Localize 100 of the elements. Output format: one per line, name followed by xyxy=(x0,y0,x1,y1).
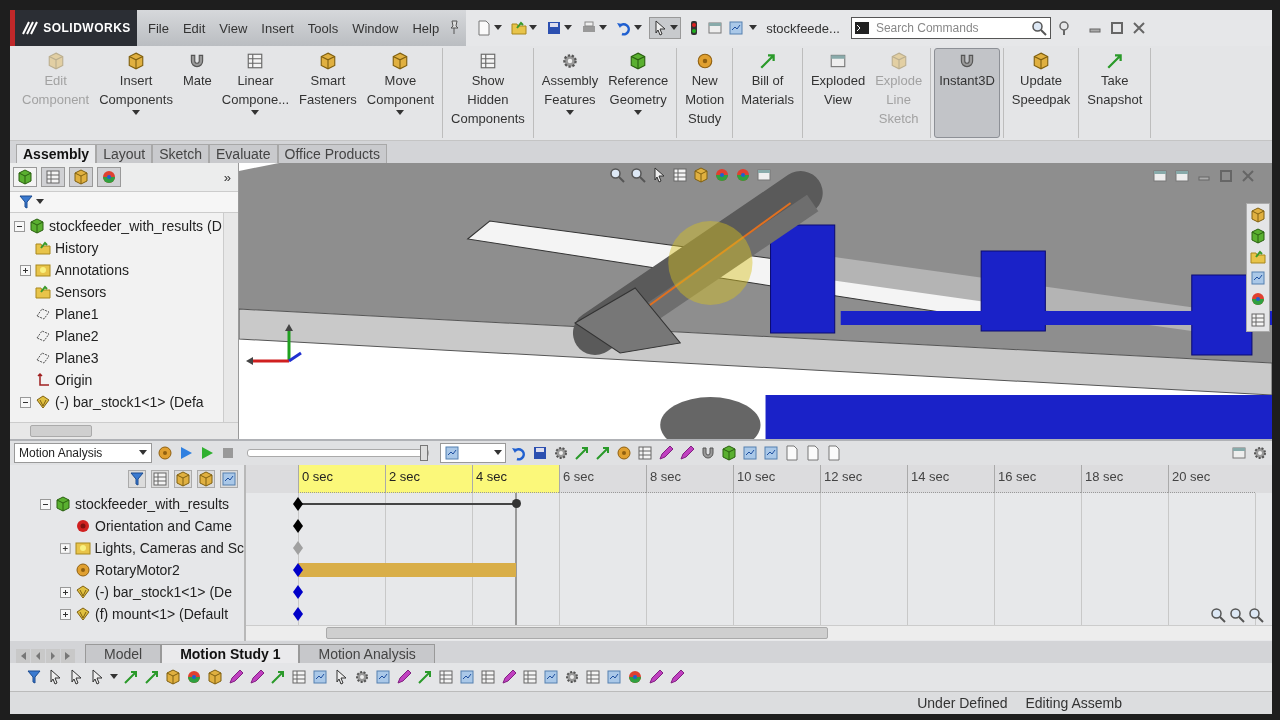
arrow-icon[interactable] xyxy=(595,445,611,461)
page-icon[interactable] xyxy=(805,445,821,461)
tree-item[interactable]: Plane3 xyxy=(55,350,99,366)
window-icon[interactable] xyxy=(829,52,848,70)
pencil-icon[interactable] xyxy=(396,669,412,685)
scrollbar-thumb[interactable] xyxy=(326,627,828,639)
cube-icon[interactable] xyxy=(1250,207,1266,223)
window-icon[interactable] xyxy=(1174,168,1190,184)
cube-icon[interactable] xyxy=(165,669,181,685)
zoom-icon[interactable] xyxy=(1248,607,1264,623)
caret-icon[interactable] xyxy=(599,25,608,31)
expand-icon[interactable] xyxy=(60,608,71,620)
filter-icon[interactable] xyxy=(26,669,42,685)
tree-item[interactable]: History xyxy=(55,240,99,256)
chart-icon[interactable] xyxy=(763,445,779,461)
motor-icon[interactable] xyxy=(695,52,714,70)
caret-icon[interactable] xyxy=(251,110,260,116)
pointer-icon[interactable] xyxy=(68,669,84,685)
caret-icon[interactable] xyxy=(36,199,44,205)
gear-icon[interactable] xyxy=(564,669,580,685)
chart-icon[interactable] xyxy=(1250,270,1266,286)
gear-icon[interactable] xyxy=(1252,445,1268,461)
chart-icon[interactable] xyxy=(312,669,328,685)
table-icon[interactable] xyxy=(637,445,653,461)
sphere-icon[interactable] xyxy=(101,169,117,185)
window-icon[interactable] xyxy=(1152,168,1168,184)
ribbon-button[interactable]: Update Speedpak xyxy=(1006,48,1076,138)
study-tab[interactable]: Motion Study 1 xyxy=(161,644,300,663)
close-icon[interactable] xyxy=(1130,20,1147,36)
play-icon[interactable] xyxy=(178,445,194,461)
previous-tab-icon[interactable] xyxy=(31,649,45,663)
expand-icon[interactable] xyxy=(20,264,31,276)
tree-item[interactable]: Annotations xyxy=(55,262,129,278)
menu-item[interactable]: View xyxy=(212,18,255,38)
tree-item[interactable]: (f) mount<1> (Default xyxy=(95,606,229,622)
table-icon[interactable] xyxy=(522,669,538,685)
page-icon[interactable] xyxy=(826,445,842,461)
key-point[interactable] xyxy=(293,497,303,511)
caret-icon[interactable] xyxy=(564,25,573,31)
ribbon-button[interactable]: Show Hidden Components xyxy=(446,48,530,138)
tree-item[interactable]: (-) bar_stock1<1> (Defa xyxy=(55,394,204,410)
cube-icon[interactable] xyxy=(693,167,709,183)
ribbon-button[interactable]: Assembly Features xyxy=(536,48,604,138)
arrow-icon[interactable] xyxy=(144,669,160,685)
caret-icon[interactable] xyxy=(396,110,405,116)
ribbon-button[interactable]: Mate xyxy=(177,48,217,138)
chart-icon[interactable] xyxy=(459,669,475,685)
expand-icon[interactable] xyxy=(60,542,71,554)
next-tab-icon[interactable] xyxy=(46,649,60,663)
zoom-icon[interactable] xyxy=(1030,20,1047,36)
ribbon-button[interactable]: Smart Fasteners xyxy=(294,48,362,138)
command-tab[interactable]: Layout xyxy=(96,144,153,163)
tree-item[interactable]: Sensors xyxy=(55,284,107,300)
motor-icon[interactable] xyxy=(157,445,173,461)
cube-icon[interactable] xyxy=(391,52,410,70)
tree-item[interactable]: Lights, Cameras and Sc xyxy=(94,540,244,556)
page-icon[interactable] xyxy=(784,445,800,461)
tree-item[interactable]: RotaryMotor2 xyxy=(95,562,180,578)
sphere-icon[interactable] xyxy=(627,669,643,685)
caret-icon[interactable] xyxy=(634,110,643,116)
table-icon[interactable] xyxy=(480,669,496,685)
search-field[interactable]: Search Commands xyxy=(850,17,1051,39)
arrow-icon[interactable] xyxy=(270,669,286,685)
menu-item[interactable]: Window xyxy=(345,18,406,38)
gear-icon[interactable] xyxy=(553,445,569,461)
arrow-icon[interactable] xyxy=(417,669,433,685)
caret-icon[interactable] xyxy=(749,25,758,31)
undo-icon[interactable] xyxy=(511,445,527,461)
filter-icon[interactable] xyxy=(18,194,34,210)
tree-item[interactable]: Origin xyxy=(55,372,93,388)
table-icon[interactable] xyxy=(1250,312,1266,328)
window-icon[interactable] xyxy=(756,167,772,183)
tree-item[interactable]: stockfeeder_with_results (D xyxy=(49,218,222,234)
table-icon[interactable] xyxy=(291,669,307,685)
key-point[interactable] xyxy=(293,607,303,621)
ribbon-button[interactable]: Insert Components xyxy=(94,48,178,138)
command-tab[interactable]: Sketch xyxy=(152,144,209,163)
key-point[interactable] xyxy=(293,585,303,599)
chart-icon[interactable] xyxy=(606,669,622,685)
caret-icon[interactable] xyxy=(670,25,679,31)
cube-icon[interactable] xyxy=(197,470,215,488)
cube-icon[interactable] xyxy=(17,169,33,185)
command-tab[interactable]: Assembly xyxy=(16,144,97,163)
expand-panel-button[interactable]: » xyxy=(223,169,231,185)
chart-icon[interactable] xyxy=(375,669,391,685)
pencil-icon[interactable] xyxy=(648,669,664,685)
chart-icon[interactable] xyxy=(543,669,559,685)
collapse-icon[interactable] xyxy=(14,220,25,232)
table-icon[interactable] xyxy=(246,52,265,70)
key-point[interactable] xyxy=(293,563,303,577)
caret-icon[interactable] xyxy=(132,110,141,116)
table-icon[interactable] xyxy=(672,167,688,183)
first-tab-icon[interactable] xyxy=(16,649,30,663)
chart-icon[interactable] xyxy=(444,445,460,461)
collapse-icon[interactable] xyxy=(40,498,51,510)
pencil-icon[interactable] xyxy=(228,669,244,685)
cube-icon[interactable] xyxy=(1250,228,1266,244)
cube-icon[interactable] xyxy=(174,470,192,488)
chart-icon[interactable] xyxy=(220,470,238,488)
key-point[interactable] xyxy=(293,519,303,533)
